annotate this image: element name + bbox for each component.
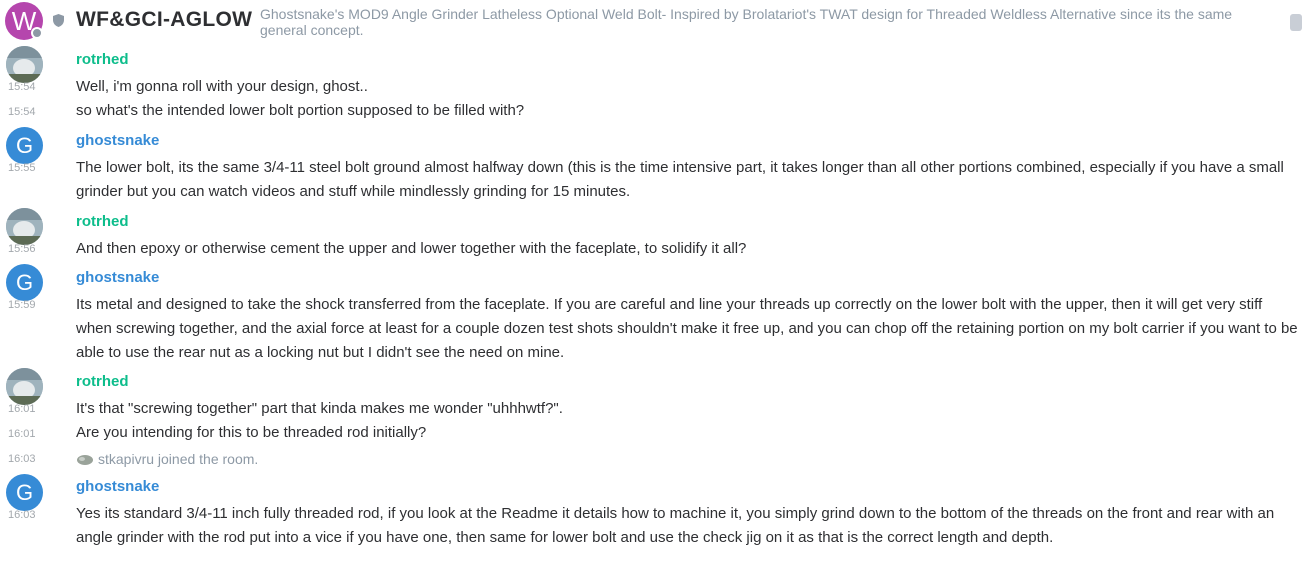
rotrhed-avatar[interactable]	[6, 368, 43, 405]
timestamp[interactable]: 15:54	[8, 80, 40, 94]
message-body: And then epoxy or otherwise cement the u…	[76, 240, 747, 257]
timestamp[interactable]: 16:01	[8, 402, 40, 416]
message-body: Well, i'm gonna roll with your design, g…	[76, 78, 368, 95]
ghostsnake-avatar[interactable]: G	[6, 127, 43, 164]
sender-name[interactable]: ghostsnake	[76, 132, 159, 150]
timestamp[interactable]: 15:54	[8, 105, 40, 119]
message-body: Its metal and designed to take the shock…	[76, 296, 1298, 361]
rotrhed-avatar[interactable]	[6, 208, 43, 245]
join-avatar-icon	[77, 455, 93, 465]
message-body: so what's the intended lower bolt portio…	[76, 102, 525, 119]
timestamp[interactable]: 16:03	[8, 508, 40, 522]
rotrhed-avatar[interactable]	[6, 46, 43, 83]
message-body: The lower bolt, its the same 3/4-11 stee…	[76, 159, 1284, 200]
message-body: It's that "screwing together" part that …	[76, 400, 563, 417]
timestamp[interactable]: 15:59	[8, 298, 40, 312]
timestamp[interactable]: 15:55	[8, 161, 40, 175]
timestamp[interactable]: 15:56	[8, 242, 40, 256]
sender-name[interactable]: rotrhed	[76, 373, 129, 391]
ghostsnake-avatar[interactable]: G	[6, 264, 43, 301]
sender-name[interactable]: rotrhed	[76, 213, 129, 231]
sender-name[interactable]: ghostsnake	[76, 478, 159, 496]
sender-name[interactable]: ghostsnake	[76, 269, 159, 287]
timestamp[interactable]: 16:01	[8, 427, 40, 441]
message-timeline[interactable]: rotrhed 15:54 Well, i'm gonna roll with …	[0, 0, 1302, 578]
timestamp[interactable]: 16:03	[8, 452, 40, 466]
ghostsnake-avatar[interactable]: G	[6, 474, 43, 511]
sender-name[interactable]: rotrhed	[76, 51, 129, 69]
message-body: Yes its standard 3/4-11 inch fully threa…	[76, 505, 1275, 546]
message-body: Are you intending for this to be threade…	[76, 424, 427, 441]
membership-event: stkapivru joined the room.	[98, 451, 259, 467]
